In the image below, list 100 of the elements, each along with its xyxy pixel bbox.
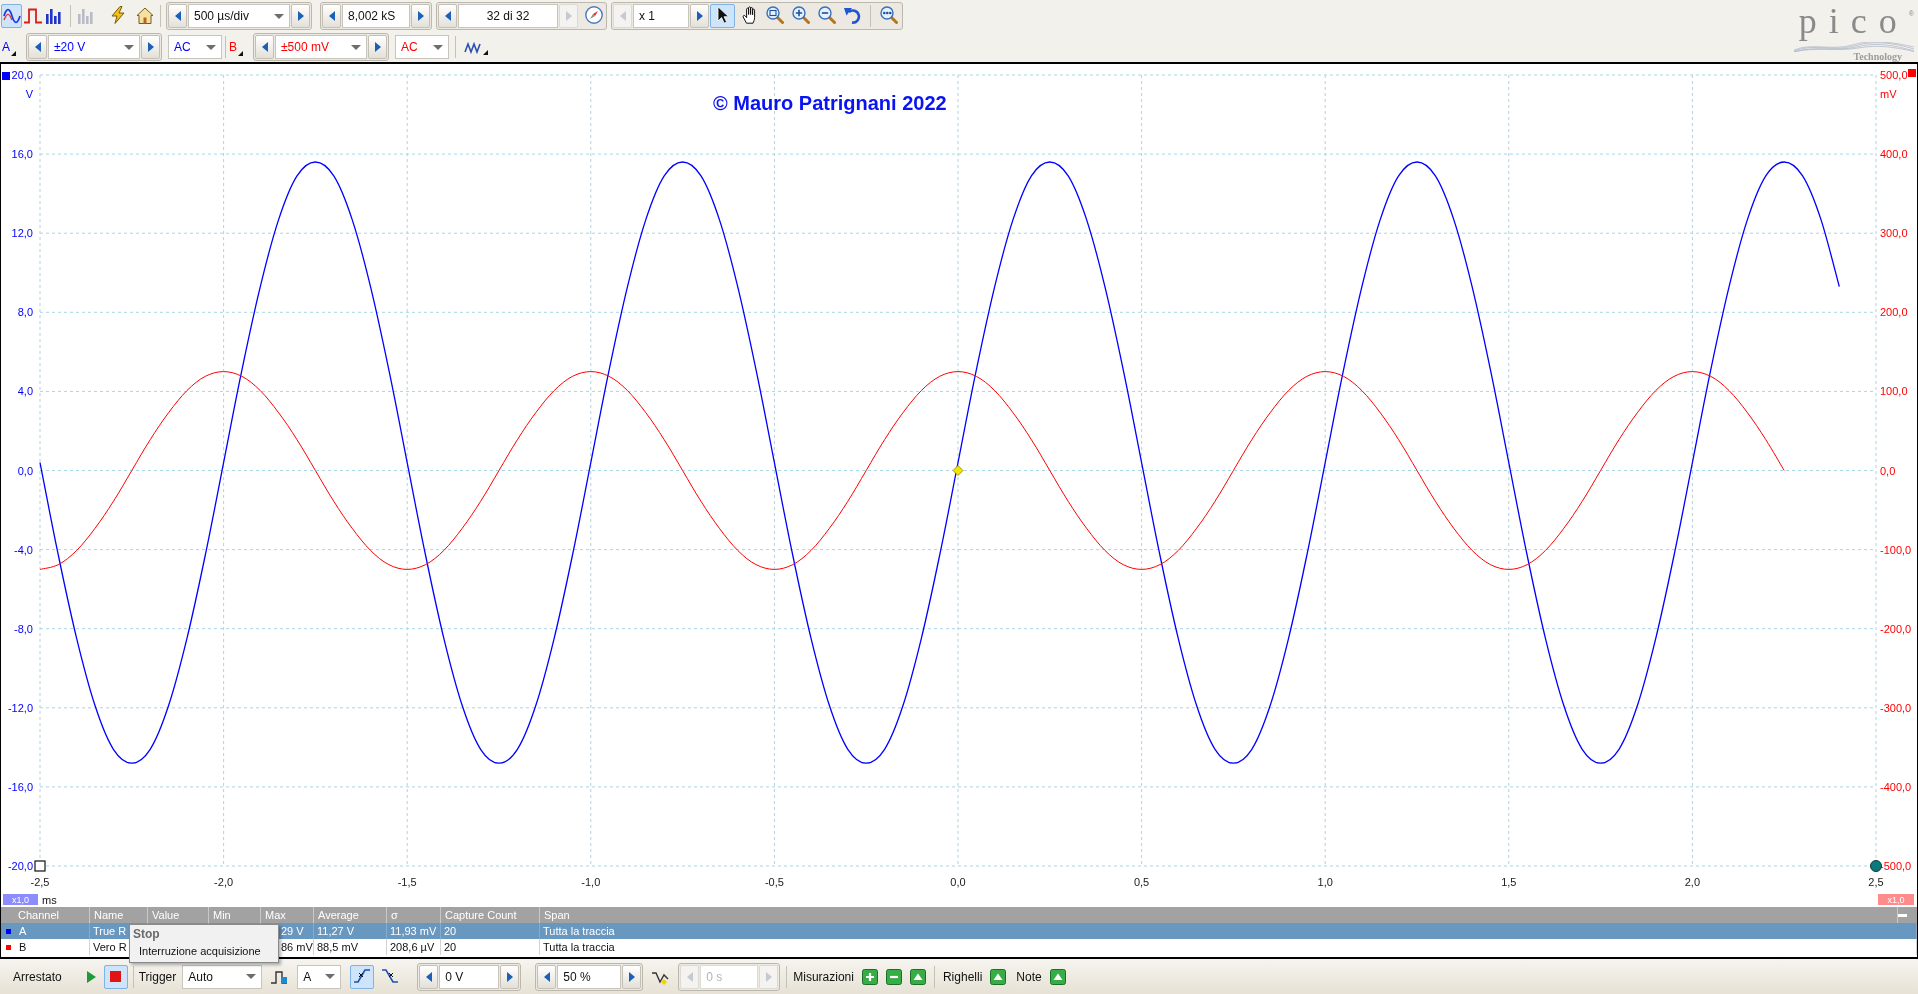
y-axis-tick-label: 300,0: [1880, 227, 1908, 240]
right-triangle-icon: [765, 971, 772, 982]
x-axis-tick-label: -1,5: [397, 876, 417, 888]
channel-marker-icon[interactable]: [1908, 69, 1916, 77]
trigger-source-dropdown[interactable]: A: [297, 964, 342, 989]
square-handle-icon[interactable]: [34, 860, 46, 872]
minus-icon: [1898, 913, 1907, 917]
increase-button[interactable]: [500, 964, 520, 989]
increase-button[interactable]: [622, 964, 642, 989]
channel-marker-icon[interactable]: [2, 72, 10, 80]
stop-icon: [110, 971, 122, 982]
zoom-in-icon: [791, 6, 810, 24]
bar-chart-icon: [77, 8, 94, 24]
y-axis-tick-label: 0,0: [17, 464, 33, 477]
table-cell-text: True R: [92, 923, 128, 939]
section-label: Note: [1016, 968, 1042, 986]
coupling-dropdown[interactable]: AC: [168, 35, 222, 59]
pre-trigger-field[interactable]: 50 %: [557, 964, 622, 989]
scale-badge: x1,0: [3, 894, 38, 905]
y-axis-tick-label: -12,0: [7, 701, 33, 714]
plus-icon[interactable]: [861, 968, 878, 985]
logo-tagline: Technology: [1853, 52, 1902, 62]
range-dropdown[interactable]: ±20 V: [48, 35, 140, 59]
y-axis-tick-label: 4,0: [17, 385, 33, 398]
compass-icon: [585, 6, 603, 24]
bar-chart-icon: [45, 8, 62, 24]
trigger-edge-button[interactable]: [350, 964, 375, 989]
left-triangle-icon: [543, 971, 550, 982]
increase-button[interactable]: [141, 35, 160, 59]
y-axis-tick-label: -300,0: [1880, 701, 1912, 714]
x-axis-tick-label: -2,5: [30, 876, 50, 888]
axis-unit-label: ms: [42, 894, 57, 906]
x-axis-tick-label: 0,5: [1133, 876, 1150, 888]
y-axis-tick-label: 0,0: [1880, 464, 1896, 477]
left-triangle-icon: [619, 11, 626, 21]
left-triangle-icon: [34, 42, 41, 52]
magnifier-icon: [879, 6, 898, 24]
coupling-dropdown[interactable]: AC: [395, 35, 449, 59]
y-axis-tick-label: -20,0: [7, 860, 33, 872]
trigger-marker-icon[interactable]: [952, 465, 964, 476]
decrease-button[interactable]: [168, 4, 187, 28]
increase-button[interactable]: [411, 4, 430, 28]
decrease-button[interactable]: [419, 964, 439, 989]
zoom-factor-field[interactable]: x 1: [633, 4, 689, 28]
y-axis-tick-label: -200,0: [1880, 622, 1912, 635]
left-triangle-icon: [425, 971, 432, 982]
view-mode-button[interactable]: [1, 4, 22, 28]
decrease-button[interactable]: [537, 964, 557, 989]
trigger-mode-dropdown[interactable]: Auto: [182, 964, 263, 989]
increase-button[interactable]: [291, 4, 310, 28]
lightning-icon: [110, 6, 125, 24]
copyright-note: © Mauro Patrignani 2022: [713, 92, 947, 114]
corner-triangle-icon: [11, 50, 16, 56]
y-axis-tick-label: -400,0: [1880, 780, 1912, 793]
house-icon: [135, 7, 154, 24]
status-text: Arrestato: [13, 968, 62, 986]
corner-triangle-icon: [238, 50, 243, 56]
caret-icon: [351, 44, 361, 50]
timebase-dropdown[interactable]: 500 µs/div: [188, 4, 290, 28]
increase-button[interactable]: [690, 4, 709, 28]
decrease-button[interactable]: [28, 35, 47, 59]
y-axis-tick-label: 500,0: [1880, 69, 1908, 81]
play-icon: [87, 970, 97, 983]
channel-name: B: [19, 939, 27, 955]
rising-edge-icon: [353, 966, 372, 985]
caret-icon: [433, 44, 443, 50]
buffer-field[interactable]: 32 di 32: [458, 4, 558, 28]
threshold-field[interactable]: 0 V: [439, 964, 500, 989]
range-dropdown[interactable]: ±500 mV: [275, 35, 367, 59]
caret-icon: [325, 974, 336, 979]
samples-field[interactable]: 8,002 kS: [342, 4, 410, 28]
minus-icon[interactable]: [885, 968, 902, 985]
pulse-icon: [270, 968, 289, 985]
zoom-area-icon: [765, 6, 784, 24]
y-axis-tick-label: -8,0: [14, 622, 33, 635]
decrease-button[interactable]: [255, 35, 274, 59]
y-axis-tick-label: 200,0: [1880, 306, 1908, 319]
undo-arrow-icon: [843, 6, 862, 24]
right-triangle-icon: [417, 11, 424, 21]
y-axis-tick-label: 100,0: [1880, 385, 1908, 398]
decrease-button[interactable]: [322, 4, 341, 28]
table-cell: Tutta la traccia: [540, 939, 1917, 955]
caret-icon: [274, 13, 284, 19]
channel-button[interactable]: A: [2, 35, 20, 59]
channel-button[interactable]: B: [229, 35, 247, 59]
increase-button[interactable]: [368, 35, 387, 59]
left-triangle-icon: [686, 971, 693, 982]
stop-button[interactable]: [103, 964, 128, 989]
hand-icon: [741, 6, 756, 24]
y-axis-tick-label: -100,0: [1880, 543, 1912, 556]
view-tool-button[interactable]: [710, 4, 735, 28]
cursor-arrow-icon: [716, 6, 729, 24]
section-label: Righelli: [942, 968, 983, 986]
circle-handle-icon[interactable]: [1870, 860, 1882, 872]
channel-name: A: [19, 923, 27, 939]
sine-wave-icon: [2, 8, 21, 24]
decrease-button[interactable]: [438, 4, 457, 28]
table-cell: 208,6 µV: [387, 939, 441, 955]
x-axis-tick-label: -0,5: [764, 876, 784, 888]
left-triangle-icon: [261, 42, 268, 52]
